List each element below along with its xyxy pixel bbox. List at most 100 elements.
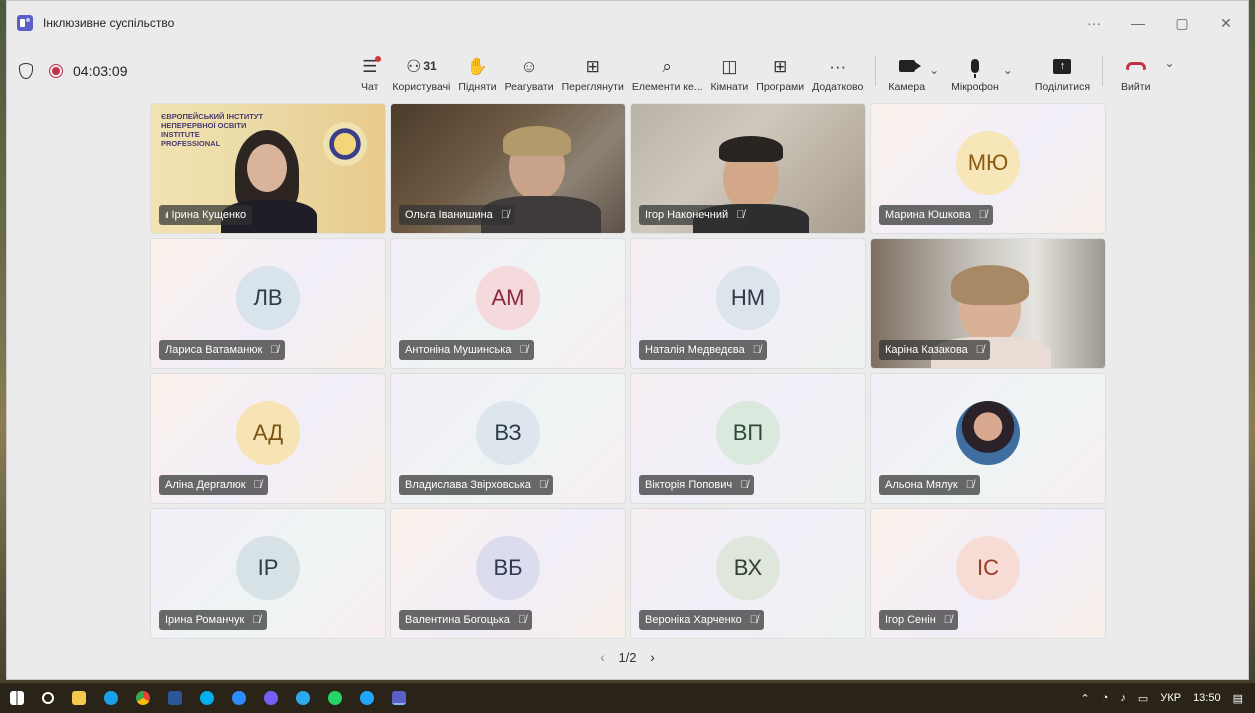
system-tray: ⌃ ◔ ♪ ▭ УКР 13:50 ▤ <box>1069 692 1255 705</box>
participant-avatar: ВБ <box>476 535 540 600</box>
participant-tile[interactable]: АД Аліна Дергалюк 🎙̸ <box>150 373 386 504</box>
mic-button[interactable]: Мікрофон <box>947 49 1003 93</box>
participant-tile[interactable]: ІС Ігор Сенін 🎙̸ <box>870 508 1106 639</box>
participant-tile[interactable]: ІР Ірина Романчук 🎙̸ <box>150 508 386 639</box>
participant-name: Владислава Звірховська <box>405 479 531 491</box>
leave-button[interactable]: Вийти <box>1117 49 1154 93</box>
chat-button[interactable]: ☰ Чат <box>357 49 382 93</box>
participant-tile[interactable]: АМ Антоніна Мушинська 🎙̸ <box>390 238 626 369</box>
participant-tile[interactable]: ВБ Валентина Богоцька 🎙̸ <box>390 508 626 639</box>
teams-window: Інклюзивне суспільство ··· — ▢ ✕ 04:03:0… <box>6 0 1249 680</box>
windows-taskbar: ⌃ ◔ ♪ ▭ УКР 13:50 ▤ <box>0 683 1255 713</box>
participant-name-tag: Владислава Звірховська 🎙̸ <box>399 475 554 495</box>
participant-name: Альона Мялук <box>885 479 958 491</box>
title-bar: Інклюзивне суспільство ··· — ▢ ✕ <box>7 1 1248 45</box>
participant-name-tag: Ігор Сенін 🎙̸ <box>879 610 959 630</box>
grid-view-icon: ⊞ <box>585 56 600 76</box>
mic-options-chevron-icon[interactable]: ⌄ <box>1003 63 1013 77</box>
participant-tile[interactable]: Альона Мялук 🎙̸ <box>870 373 1106 504</box>
muted-mic-icon: 🎙̸ <box>752 344 762 356</box>
network-icon[interactable]: ◔ <box>1102 692 1109 704</box>
participant-name: Лариса Ватаманюк <box>165 344 263 356</box>
close-button[interactable]: ✕ <box>1204 1 1248 45</box>
apps-button[interactable]: ⊞ Програми <box>752 49 808 94</box>
teams-taskbar-icon[interactable] <box>392 691 406 705</box>
participant-tile[interactable]: ВХ Вероніка Харченко 🎙̸ <box>630 508 866 639</box>
participant-tile[interactable]: МЮ Марина Юшкова 🎙̸ <box>870 103 1106 234</box>
language-indicator[interactable]: УКР <box>1160 692 1181 704</box>
participant-photo-avatar <box>956 400 1020 465</box>
skype-icon[interactable] <box>200 691 214 705</box>
whatsapp-icon[interactable] <box>328 691 342 705</box>
participant-tile[interactable]: ВЗ Владислава Звірховська 🎙̸ <box>390 373 626 504</box>
participant-name: Антоніна Мушинська <box>405 344 512 356</box>
next-page-button[interactable]: › <box>650 649 655 665</box>
muted-mic-icon: 🎙̸ <box>517 614 527 626</box>
muted-mic-icon: 🎙̸ <box>538 479 548 491</box>
chrome-icon[interactable] <box>136 691 150 705</box>
minimize-button[interactable]: — <box>1116 1 1160 45</box>
teams-icon <box>17 15 33 31</box>
file-explorer-icon[interactable] <box>72 691 86 705</box>
volume-icon[interactable]: ♪ <box>1120 692 1126 704</box>
react-button[interactable]: ☺ Реагувати <box>501 49 558 94</box>
muted-mic-icon: 🎙̸ <box>943 614 953 626</box>
participant-tile[interactable]: Ольга Іванишина 🎙̸ <box>390 103 626 234</box>
muted-mic-icon: 🎙̸ <box>978 209 987 221</box>
zoom-icon[interactable] <box>232 691 246 705</box>
participant-name: Ольга Іванишина <box>405 209 493 221</box>
participant-name-tag: Альона Мялук 🎙̸ <box>879 475 980 495</box>
participant-tile[interactable]: ЄВРОПЕЙСЬКИЙ ІНСТИТУТ НЕПЕРЕРВНОЇ ОСВІТИ I… <box>150 103 386 234</box>
word-icon[interactable] <box>168 691 182 705</box>
participant-tile[interactable]: НМ Наталія Медведєва 🎙̸ <box>630 238 866 369</box>
participant-tile[interactable]: Каріна Казакова 🎙̸ <box>870 238 1106 369</box>
react-label: Реагувати <box>504 81 554 93</box>
participant-name-tag: Ірина Романчук 🎙̸ <box>159 610 267 630</box>
shield-icon <box>19 63 33 79</box>
windows-start-icon[interactable] <box>10 691 24 705</box>
participant-name: Наталія Медведєва <box>645 344 745 356</box>
tray-chevron-icon[interactable]: ⌃ <box>1081 692 1090 705</box>
rooms-button[interactable]: ◫ Кімнати <box>707 49 753 94</box>
more-options-button[interactable]: ··· <box>1072 1 1116 45</box>
edge-icon[interactable] <box>104 691 118 705</box>
elements-button[interactable]: ⌕ Елементи ке... <box>628 49 707 94</box>
participant-avatar: НМ <box>716 265 780 330</box>
muted-mic-icon: 🎙̸ <box>965 479 974 491</box>
participant-name-tag: Валентина Богоцька 🎙̸ <box>399 610 533 630</box>
search-icon[interactable] <box>42 692 54 704</box>
battery-icon[interactable]: ▭ <box>1138 692 1148 705</box>
plus-square-icon: ⊞ <box>773 56 788 76</box>
participant-face <box>247 144 287 192</box>
maximize-button[interactable]: ▢ <box>1160 1 1204 45</box>
participant-name-tag: Аліна Дергалюк 🎙̸ <box>159 475 268 495</box>
camera-button[interactable]: Камера <box>884 49 929 93</box>
hand-icon: ✋ <box>466 56 489 76</box>
window-controls: ··· — ▢ ✕ <box>1072 1 1248 45</box>
share-button[interactable]: ↑ Поділитися <box>1031 49 1094 93</box>
view-button[interactable]: ⊞ Переглянути <box>558 49 628 94</box>
prev-page-button[interactable]: ‹ <box>600 649 605 665</box>
participant-name: Валентина Богоцька <box>405 614 510 626</box>
media-controls: Камера ⌄ Мікрофон ⌄ ↑ Поділитися <box>884 49 1094 93</box>
raise-hand-button[interactable]: ✋ Підняти <box>454 49 500 94</box>
participant-tile[interactable]: ВП Вікторія Попович 🎙̸ <box>630 373 866 504</box>
participant-name: Вероніка Харченко <box>645 614 742 626</box>
notifications-icon[interactable]: ▤ <box>1233 692 1243 705</box>
leave-options-chevron-icon[interactable]: ⌄ <box>1164 56 1174 70</box>
muted-mic-icon: 🎙̸ <box>740 479 749 491</box>
raise-label: Підняти <box>458 81 497 93</box>
more-button[interactable]: ··· Додатково <box>808 49 867 94</box>
participant-avatar: ЛВ <box>236 265 300 330</box>
participant-tile[interactable]: ЛВ Лариса Ватаманюк 🎙̸ <box>150 238 386 369</box>
browser-icon[interactable] <box>360 691 374 705</box>
participant-name-tag: Наталія Медведєва 🎙̸ <box>639 340 768 360</box>
more-label: Додатково <box>812 81 864 93</box>
people-button[interactable]: ⚇ 31 Користувачі <box>388 49 454 94</box>
clock[interactable]: 13:50 <box>1193 692 1221 704</box>
telegram-icon[interactable] <box>296 691 310 705</box>
participant-tile[interactable]: Ігор Наконечний 🎙̸ <box>630 103 866 234</box>
camera-options-chevron-icon[interactable]: ⌄ <box>929 63 939 77</box>
pagination: ‹ 1/2 › <box>7 649 1248 665</box>
viber-icon[interactable] <box>264 691 278 705</box>
